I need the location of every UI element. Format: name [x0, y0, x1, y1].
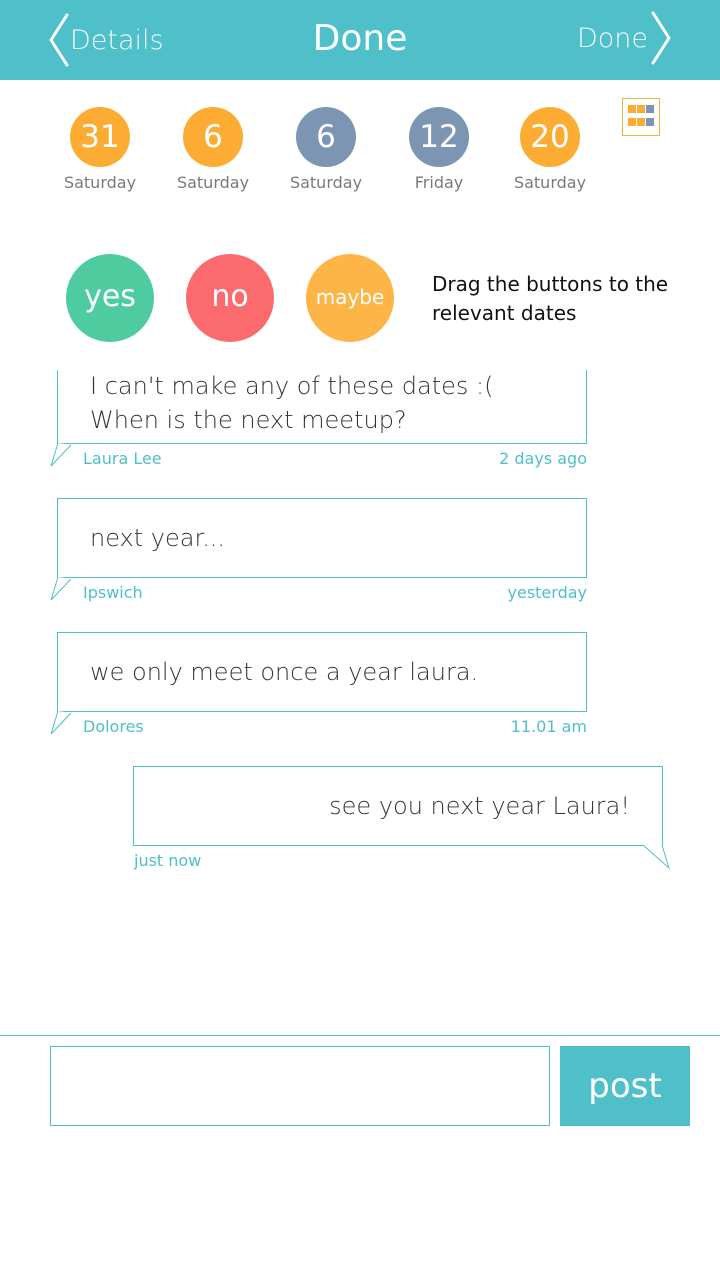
done-button-label: Done [576, 22, 648, 54]
maybe-button[interactable]: maybe [306, 254, 394, 342]
date-day: Saturday [289, 173, 363, 192]
grid-icon-cell [646, 117, 654, 126]
message-time: 2 days ago [499, 449, 587, 468]
date-number: 12 [409, 107, 469, 167]
date-number: 31 [70, 107, 130, 167]
date-option[interactable]: 31 Saturday [55, 107, 145, 192]
message-text: next year... [90, 524, 226, 552]
date-option[interactable]: 20 Saturday [505, 107, 595, 192]
message-bubble: I can't make any of these dates :( When … [57, 370, 587, 444]
date-number: 20 [520, 107, 580, 167]
bubble-tail [642, 845, 670, 870]
grid-icon-cell [637, 117, 645, 126]
grid-icon-cell [628, 117, 636, 126]
message-list[interactable]: I can't make any of these dates :( When … [0, 370, 720, 930]
header-bar: Details Done Done [0, 0, 720, 80]
message-text: I can't make any of these dates :( When … [90, 372, 494, 434]
done-button[interactable]: Done [577, 10, 672, 66]
date-day: Friday [414, 173, 464, 192]
date-options: 31 Saturday 6 Saturday 6 Saturday 12 Fri… [0, 107, 720, 207]
grid-icon-cell [637, 105, 645, 113]
grid-view-button[interactable] [622, 98, 660, 136]
message-author: Dolores [83, 717, 144, 736]
message-input[interactable] [50, 1046, 550, 1126]
composer-divider [0, 1035, 720, 1036]
message-time: yesterday [507, 583, 588, 602]
drag-hint: Drag the buttons to the relevant dates [432, 272, 669, 325]
own-message-bubble: see you next year Laura! [133, 766, 663, 846]
date-number: 6 [183, 107, 243, 167]
message-text: see you next year Laura! [329, 792, 630, 820]
yes-button[interactable]: yes [66, 254, 154, 342]
date-option[interactable]: 12 Friday [394, 107, 484, 192]
message-bubble: next year... [57, 498, 587, 578]
chevron-right-icon [651, 11, 671, 65]
message-bubble: we only meet once a year laura. [57, 632, 587, 712]
message-author: Ipswich [83, 583, 143, 602]
bubble-tail [50, 577, 72, 601]
grid-icon-cell [646, 105, 654, 113]
date-number: 6 [296, 107, 356, 167]
bubble-tail [50, 443, 72, 467]
message-text: we only meet once a year laura. [90, 658, 479, 686]
date-day: Saturday [63, 173, 137, 192]
date-option[interactable]: 6 Saturday [281, 107, 371, 192]
post-button[interactable]: post [560, 1046, 690, 1126]
date-option[interactable]: 6 Saturday [168, 107, 258, 192]
date-day: Saturday [176, 173, 250, 192]
message-time: just now [134, 851, 202, 870]
date-day: Saturday [513, 173, 587, 192]
grid-icon [628, 105, 636, 113]
bubble-tail [50, 711, 72, 735]
no-button[interactable]: no [186, 254, 274, 342]
message-time: 11.01 am [510, 717, 587, 736]
message-author: Laura Lee [83, 449, 162, 468]
